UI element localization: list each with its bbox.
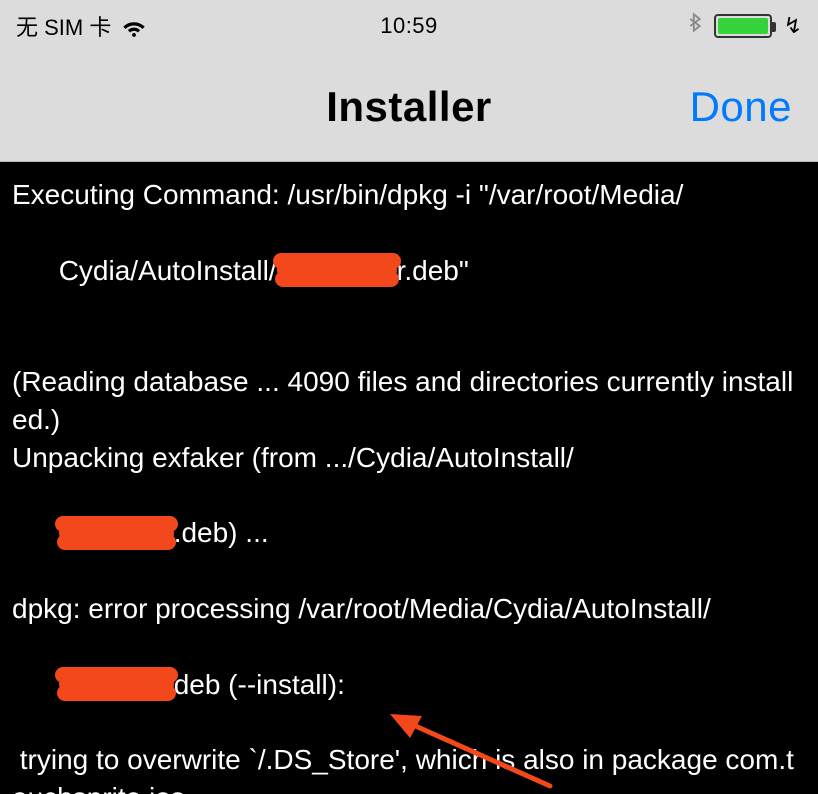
carrier-label: 无 SIM 卡 xyxy=(16,10,111,42)
terminal-text: .deb) ... xyxy=(174,517,269,548)
device-frame: 无 SIM 卡 10:59 ↯ Installer Done Executing… xyxy=(0,0,818,794)
status-time: 10:59 xyxy=(380,13,438,39)
terminal-line: deb (--install): xyxy=(12,628,806,741)
terminal-text: r.deb" xyxy=(397,255,469,286)
terminal-line: Cydia/AutoInstall/r.deb" xyxy=(12,214,806,327)
status-left: 无 SIM 卡 xyxy=(16,10,236,42)
navigation-bar: Installer Done xyxy=(0,52,818,162)
terminal-text: deb (--install): xyxy=(174,669,345,700)
battery-icon xyxy=(714,14,772,38)
redaction-mark xyxy=(59,673,174,695)
terminal-line: dpkg: error processing /var/root/Media/C… xyxy=(12,590,806,628)
done-button[interactable]: Done xyxy=(690,83,792,131)
terminal-line: .deb) ... xyxy=(12,477,806,590)
terminal-line: Executing Command: /usr/bin/dpkg -i "/va… xyxy=(12,176,806,214)
wifi-icon xyxy=(121,13,147,39)
status-bar: 无 SIM 卡 10:59 ↯ xyxy=(0,0,818,52)
terminal-line: Unpacking exfaker (from .../Cydia/AutoIn… xyxy=(12,439,806,477)
terminal-line: trying to overwrite `/.DS_Store', which … xyxy=(12,741,806,794)
page-title: Installer xyxy=(326,83,492,131)
status-right: ↯ xyxy=(582,12,802,40)
bluetooth-icon xyxy=(686,12,704,40)
redaction-mark xyxy=(59,522,174,544)
redaction-mark xyxy=(277,259,397,281)
terminal-output: Executing Command: /usr/bin/dpkg -i "/va… xyxy=(0,162,818,794)
terminal-text: Cydia/AutoInstall/ xyxy=(59,255,277,286)
charging-icon: ↯ xyxy=(784,13,802,39)
terminal-line: (Reading database ... 4090 files and dir… xyxy=(12,363,806,439)
